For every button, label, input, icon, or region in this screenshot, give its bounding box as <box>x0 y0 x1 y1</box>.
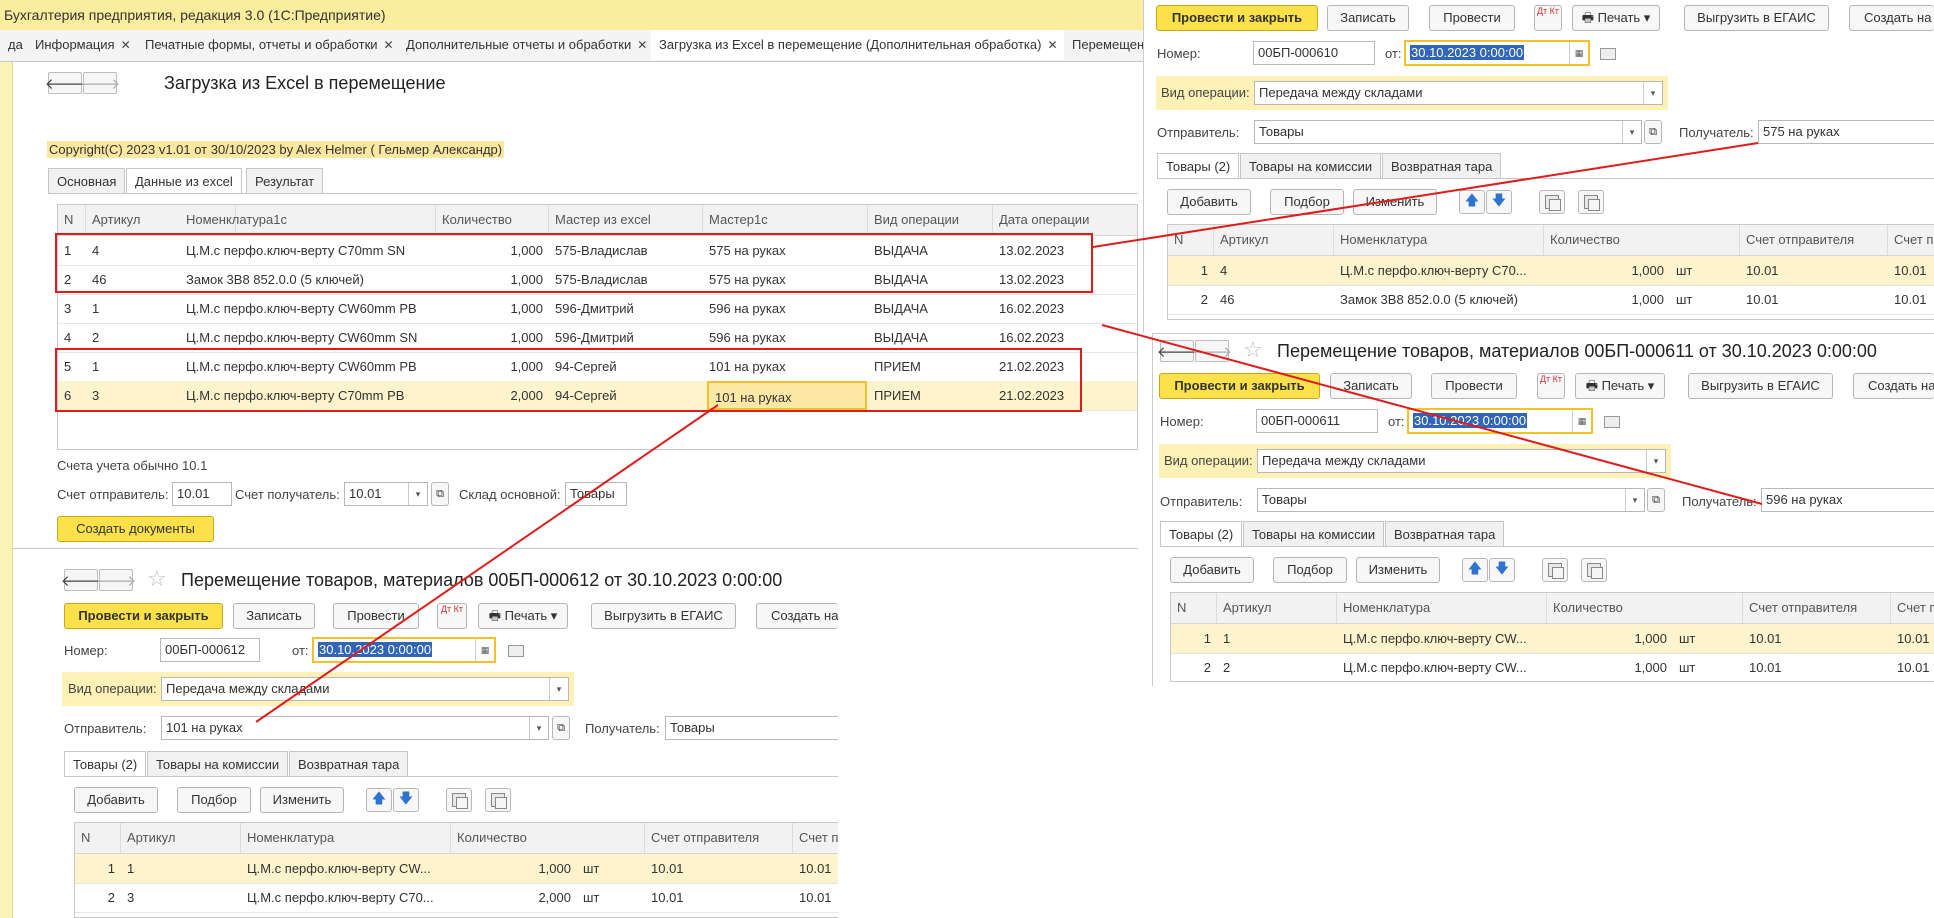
arrow-doc612 <box>255 404 719 723</box>
arrow-doc611 <box>1101 324 1763 505</box>
annotation-arrows <box>255 142 1763 723</box>
arrow-doc610 <box>1092 142 1759 248</box>
